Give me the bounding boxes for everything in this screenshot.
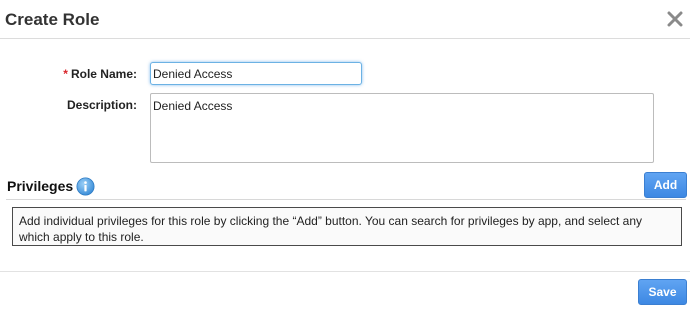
section-divider <box>6 199 686 200</box>
role-name-input[interactable] <box>150 62 362 85</box>
dialog-header: Create Role <box>0 0 690 39</box>
role-name-label-text: Role Name: <box>70 67 137 81</box>
close-icon[interactable] <box>667 11 683 27</box>
dialog-title: Create Role <box>5 10 100 29</box>
role-name-label: * Role Name: <box>63 67 137 81</box>
add-privilege-button[interactable]: Add <box>644 172 687 198</box>
privileges-notice: Add individual privileges for this role … <box>12 207 682 246</box>
description-label: Description: <box>66 98 137 112</box>
privileges-title: Privileges <box>7 178 74 194</box>
description-textarea[interactable]: Denied Access <box>150 93 654 163</box>
create-role-dialog: Create Role *Role Name: Description: Den… <box>0 0 690 309</box>
save-button[interactable]: Save <box>638 279 687 305</box>
info-icon[interactable] <box>76 177 95 196</box>
footer-divider <box>0 271 690 272</box>
required-marker: * <box>63 67 68 81</box>
